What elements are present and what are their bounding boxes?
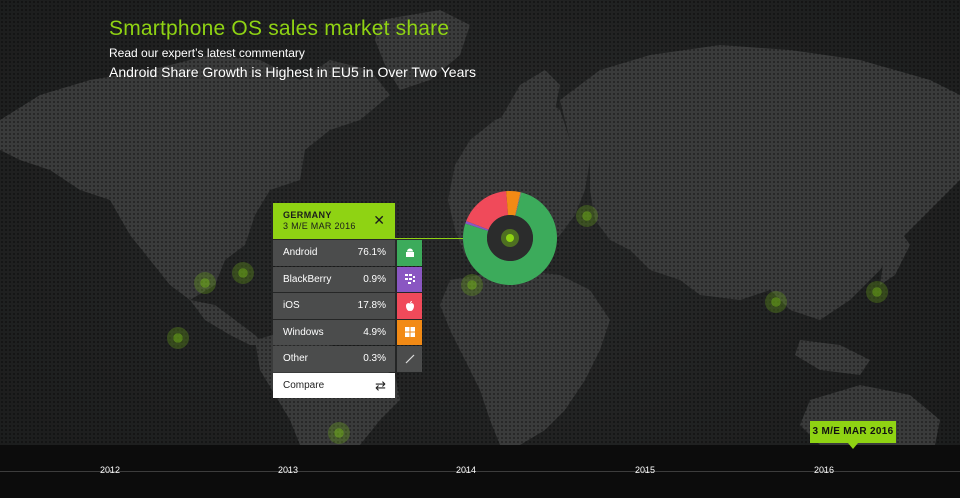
os-share: 0.9% — [363, 273, 386, 285]
map-marker-japan[interactable] — [866, 281, 888, 303]
apple-icon — [397, 293, 422, 319]
os-row-ios[interactable]: iOS 17.8% — [273, 293, 422, 319]
map-marker-usa-east[interactable] — [232, 262, 254, 284]
os-row-windows[interactable]: Windows 4.9% — [273, 319, 422, 345]
close-icon[interactable]: ✕ — [373, 213, 385, 227]
os-name: iOS — [283, 300, 300, 311]
map-marker-mexico[interactable] — [167, 327, 189, 349]
headline-link[interactable]: Android Share Growth is Highest in EU5 i… — [109, 64, 476, 80]
timeline-badge-pointer — [848, 443, 858, 449]
os-name: Windows — [283, 326, 324, 338]
timeline-year-2015[interactable]: 2015 — [635, 465, 655, 475]
market-share-donut[interactable] — [462, 190, 558, 286]
country-info-panel: GERMANY 3 M/E MAR 2016 ✕ Android 76.1% B… — [273, 203, 422, 398]
timeline-year-2016[interactable]: 2016 — [814, 465, 834, 475]
map-marker-brazil[interactable] — [328, 422, 350, 444]
other-slash-icon — [397, 346, 422, 372]
os-share: 17.8% — [357, 300, 386, 311]
android-icon — [397, 240, 422, 266]
page-title: Smartphone OS sales market share — [109, 17, 450, 40]
map-marker-usa-west[interactable] — [194, 272, 216, 294]
timeline-year-2012[interactable]: 2012 — [100, 465, 120, 475]
timeline-year-2014[interactable]: 2014 — [456, 465, 476, 475]
panel-header: GERMANY 3 M/E MAR 2016 ✕ — [273, 203, 395, 239]
os-row-blackberry[interactable]: BlackBerry 0.9% — [273, 266, 422, 292]
os-row-other[interactable]: Other 0.3% — [273, 346, 422, 372]
country-marker-dot — [506, 234, 514, 242]
os-share: 0.3% — [363, 353, 386, 364]
compare-label: Compare — [283, 379, 325, 391]
os-row-android[interactable]: Android 76.1% — [273, 240, 422, 266]
map-marker-russia[interactable] — [576, 205, 598, 227]
timeline-selected-badge[interactable]: 3 M/E MAR 2016 — [810, 421, 896, 443]
compare-button[interactable]: Compare ⇄ — [273, 372, 395, 398]
commentary-link[interactable]: Read our expert’s latest commentary — [109, 46, 305, 60]
os-share: 76.1% — [357, 247, 386, 258]
os-share: 4.9% — [363, 326, 386, 338]
os-name: BlackBerry — [283, 273, 332, 285]
windows-icon — [397, 319, 422, 345]
map-marker-china[interactable] — [765, 291, 787, 313]
os-name: Android — [283, 247, 318, 258]
os-name: Other — [283, 353, 309, 364]
timeline-year-2013[interactable]: 2013 — [278, 465, 298, 475]
swap-arrows-icon: ⇄ — [375, 377, 386, 393]
blackberry-icon — [397, 266, 422, 292]
timeline-bar[interactable]: 2012 2013 2014 2015 2016 — [0, 445, 960, 498]
